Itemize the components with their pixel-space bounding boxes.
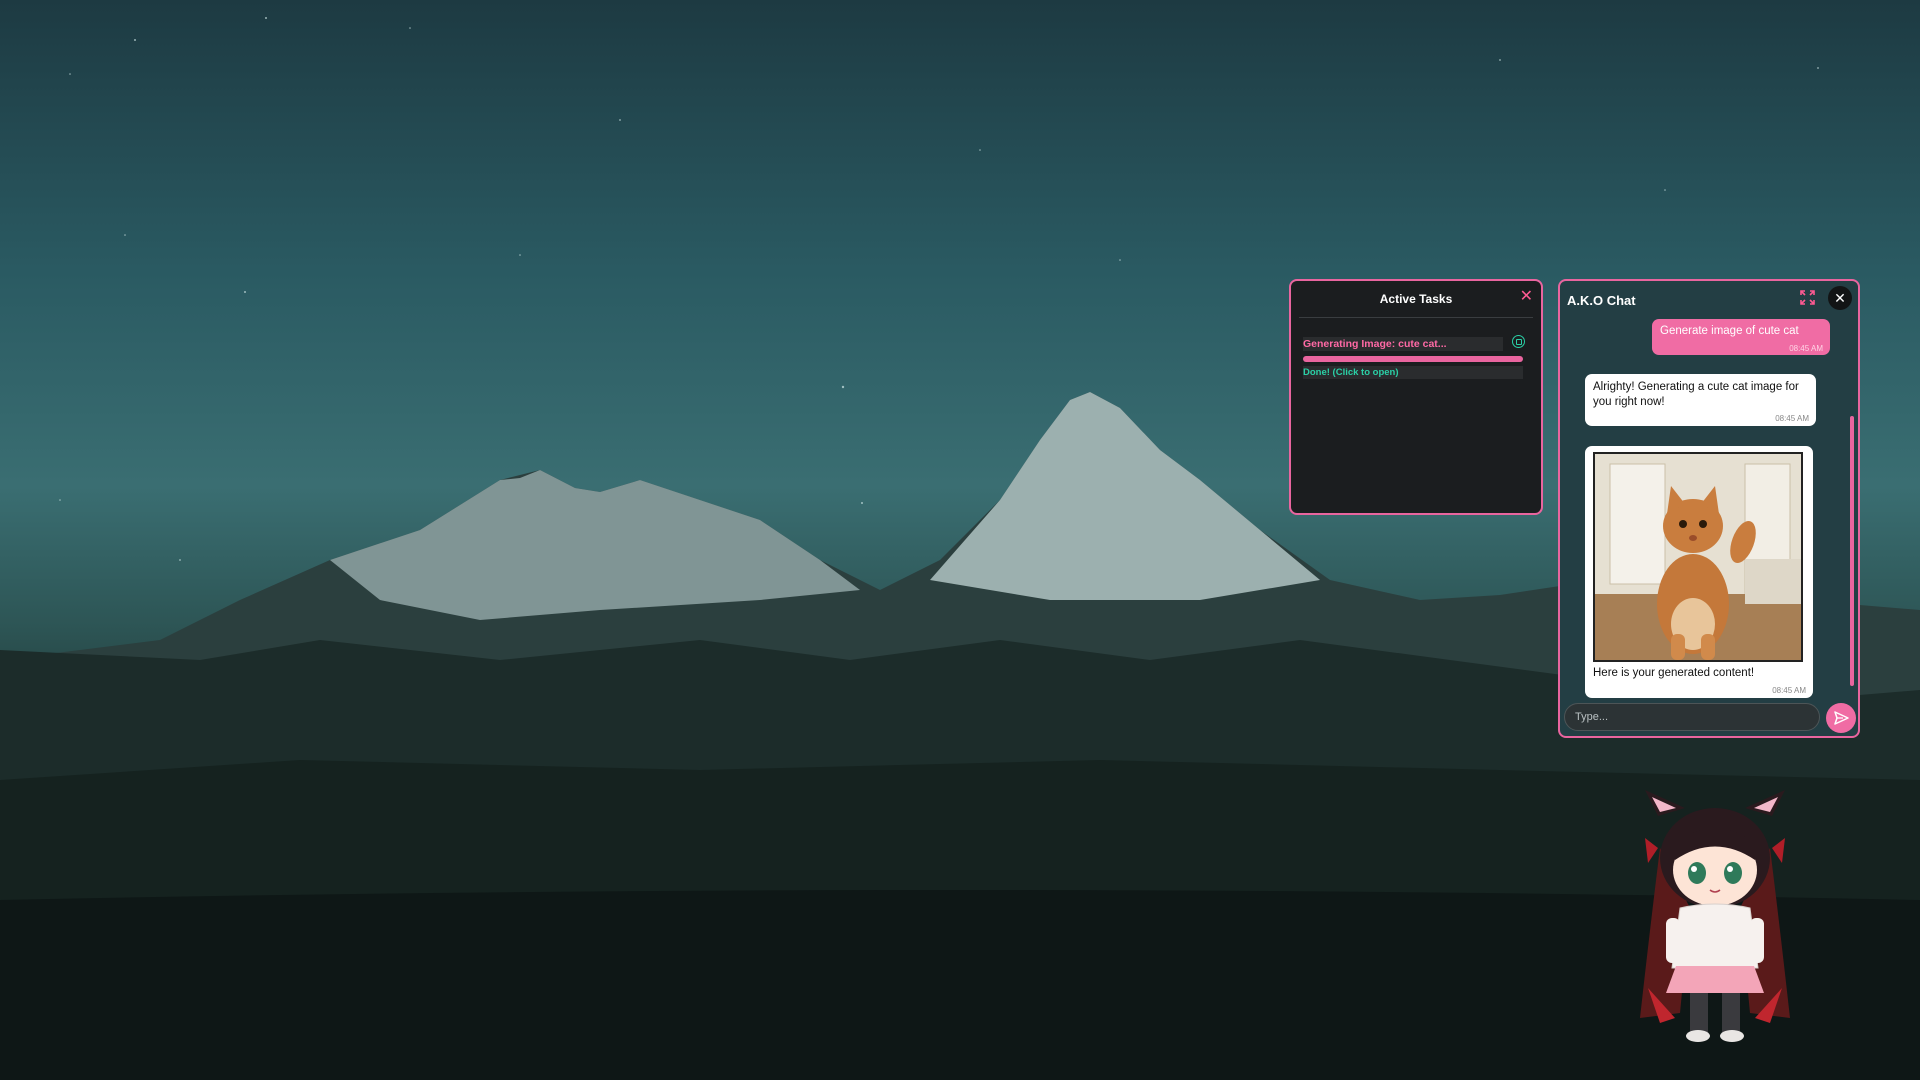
chat-title: A.K.O Chat [1567, 293, 1636, 308]
message-text: Generate image of cute cat [1660, 325, 1799, 337]
bot-image-message: Here is your generated content! 08:45 AM [1585, 446, 1813, 698]
tasks-close-icon[interactable]: ✕ [1520, 289, 1533, 305]
message-time: 08:45 AM [1775, 414, 1809, 423]
message-time: 08:45 AM [1772, 686, 1806, 695]
send-icon [1834, 711, 1849, 725]
message-text: Alrighty! Generating a cute cat image fo… [1593, 381, 1799, 408]
mascot-character[interactable] [1630, 788, 1800, 1043]
bot-message: Alrighty! Generating a cute cat image fo… [1585, 374, 1816, 426]
open-file-icon[interactable] [1512, 335, 1525, 348]
task-progress-bar [1303, 356, 1523, 362]
chat-message-input[interactable] [1564, 703, 1820, 731]
chat-close-button[interactable]: ✕ [1828, 286, 1852, 310]
task-name: Generating Image: cute cat... [1303, 337, 1503, 351]
chat-panel: A.K.O Chat ✕ Generate image of cute cat … [1558, 279, 1860, 738]
chat-scrollbar[interactable] [1850, 416, 1854, 686]
generated-cat-image[interactable] [1593, 452, 1803, 662]
message-time: 08:45 AM [1789, 344, 1823, 353]
task-name-row: Generating Image: cute cat... [1303, 335, 1527, 351]
message-text: Here is your generated content! [1593, 667, 1755, 679]
user-message: Generate image of cute cat 08:45 AM [1652, 319, 1830, 355]
active-tasks-panel: Active Tasks ✕ Generating Image: cute ca… [1289, 279, 1543, 515]
send-button[interactable] [1826, 703, 1856, 733]
task-status-link[interactable]: Done! (Click to open) [1303, 366, 1523, 379]
expand-icon[interactable] [1800, 290, 1816, 306]
tasks-header: Active Tasks ✕ [1299, 281, 1533, 318]
task-item[interactable]: Generating Image: cute cat... Done! (Cli… [1303, 335, 1527, 379]
tasks-title: Active Tasks [1379, 292, 1453, 306]
